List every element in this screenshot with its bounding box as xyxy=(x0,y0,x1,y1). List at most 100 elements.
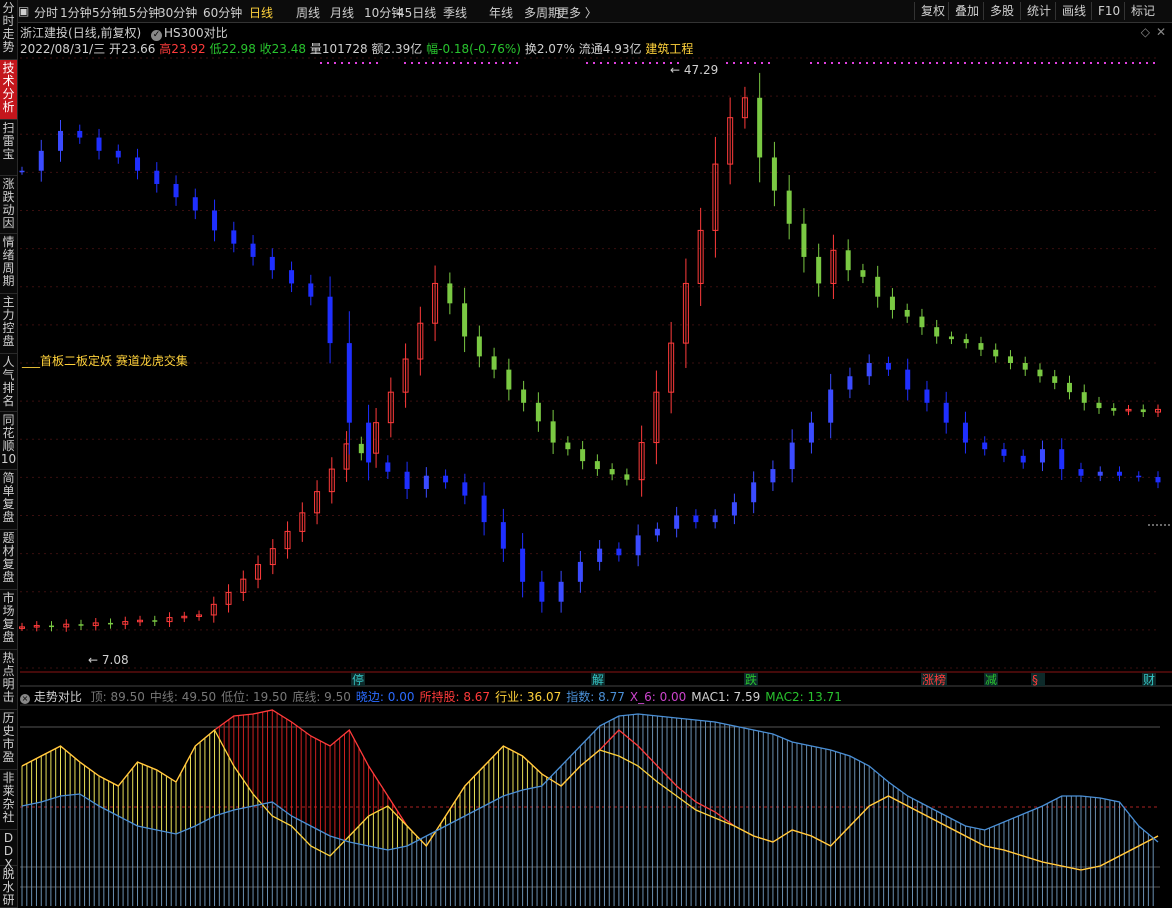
close-label: 收 xyxy=(259,42,272,56)
period-tab[interactable]: 60分钟 xyxy=(203,4,242,21)
event-dot xyxy=(754,62,756,64)
event-dot xyxy=(376,62,378,64)
indicator-name[interactable]: 走势对比 xyxy=(34,690,82,704)
indicator-close-icon[interactable]: × xyxy=(20,694,30,704)
indicator-value: 底线: 9.50 xyxy=(292,690,351,704)
left-rail: 分时走势 技术分析 扫雷宝 涨跌动因 情绪周期 主力控盘 人气排名 同花顺10 简单复盘 题材复盘… xyxy=(0,0,18,908)
rail-tab[interactable]: 题材复盘 xyxy=(0,530,17,590)
stock-candle xyxy=(108,622,114,625)
period-tab[interactable]: 5分钟 xyxy=(92,4,124,21)
stock-candle xyxy=(786,190,792,224)
event-dot xyxy=(992,62,994,64)
period-tab[interactable]: 季线 xyxy=(443,4,467,21)
event-dot xyxy=(1125,62,1127,64)
index-candle xyxy=(366,422,372,463)
high-label: 高 xyxy=(159,42,172,56)
rail-tab[interactable]: 主力控盘 xyxy=(0,294,17,354)
index-candle xyxy=(828,389,834,423)
period-tab[interactable]: 45日线 xyxy=(397,4,436,21)
toolbar-button[interactable]: F10 xyxy=(1091,2,1126,20)
index-candle xyxy=(385,462,391,472)
event-dot xyxy=(677,62,679,64)
stock-candle xyxy=(565,442,571,450)
stock-candle xyxy=(328,468,335,493)
toolbar-button[interactable]: 标记 xyxy=(1124,2,1161,20)
bar-date: 2022/08/31/三 xyxy=(20,42,106,56)
main-kline-chart[interactable]: ← 47.29 ← 7.08 停 解 跌 涨榜 减 § 财 xyxy=(0,0,1172,908)
event-dot xyxy=(950,62,952,64)
stock-candle xyxy=(741,97,748,119)
index-candle xyxy=(731,502,737,516)
event-dot xyxy=(1048,62,1050,64)
event-dot xyxy=(446,62,448,64)
index-candle xyxy=(1059,449,1065,470)
period-tab[interactable]: 30分钟 xyxy=(158,4,197,21)
event-dot xyxy=(614,62,616,64)
rail-tab[interactable]: 脱水研 xyxy=(0,866,17,908)
index-candle xyxy=(520,548,526,582)
event-dot xyxy=(453,62,455,64)
layout-icon[interactable]: ▣ xyxy=(18,4,29,18)
event-dot xyxy=(873,62,875,64)
rail-tab[interactable]: 市场复盘 xyxy=(0,590,17,650)
period-tab[interactable]: 分时 xyxy=(34,4,58,21)
stock-title-bar: 浙江建投(日线,前复权) ✓ HS300对比 xyxy=(20,24,228,41)
period-tab[interactable]: 日线 xyxy=(249,4,273,21)
indicator-value: 所持股: 8.67 xyxy=(419,690,491,704)
event-dot xyxy=(733,62,735,64)
index-candle xyxy=(1039,449,1045,463)
stock-candle xyxy=(137,619,144,623)
rail-tab[interactable]: 扫雷宝 xyxy=(0,120,17,176)
event-dot xyxy=(1139,62,1141,64)
rail-tab[interactable]: 简单复盘 xyxy=(0,470,17,530)
stock-candle xyxy=(1007,356,1013,363)
stock-candle xyxy=(1052,376,1058,383)
event-marker: 涨榜 xyxy=(922,672,946,687)
stock-candle xyxy=(402,358,409,393)
toolbar-button[interactable]: 复权 xyxy=(914,2,951,20)
stock-candle xyxy=(447,283,453,304)
event-dot xyxy=(1062,62,1064,64)
period-tab[interactable]: 15分钟 xyxy=(121,4,160,21)
max-price-label: ← 47.29 xyxy=(670,63,718,77)
period-tab[interactable]: 1分钟 xyxy=(60,4,92,21)
rail-tab[interactable]: 热点明击 xyxy=(0,650,17,710)
stock-candle xyxy=(682,282,689,344)
index-candle xyxy=(616,548,622,556)
sector-link[interactable]: 建筑工程 xyxy=(645,42,693,56)
toolbar-button[interactable]: 统计 xyxy=(1020,2,1057,20)
stock-candle xyxy=(19,626,25,629)
stock-candle xyxy=(92,622,99,627)
change-value: -0.18(-0.76%) xyxy=(438,42,521,56)
event-dot xyxy=(1034,62,1036,64)
toolbar-button[interactable]: 叠加 xyxy=(948,2,985,20)
period-tab[interactable]: 更多 〉 xyxy=(557,4,597,21)
event-marker: 停 xyxy=(352,672,364,687)
stock-candle xyxy=(535,402,541,422)
event-dot xyxy=(1118,62,1120,64)
rail-tab[interactable]: 技术分析 xyxy=(0,60,17,120)
rail-tab[interactable]: 历史市盈 xyxy=(0,710,17,770)
rail-tab[interactable]: 人气排名 xyxy=(0,354,17,412)
stock-candle xyxy=(1111,408,1117,411)
toolbar-button[interactable]: 画线 xyxy=(1055,2,1092,20)
close-panel-icon[interactable]: ✕ xyxy=(1156,25,1166,39)
rail-tab[interactable]: 涨跌动因 xyxy=(0,176,17,234)
period-tab[interactable]: 月线 xyxy=(330,4,354,21)
compare-label[interactable]: HS300对比 xyxy=(164,26,228,40)
toolbar-button[interactable]: 多股 xyxy=(983,2,1020,20)
indicator-values: 顶: 89.50 中线: 49.50 低位: 19.50 底线: 9.50 晓边: 0.… xyxy=(86,690,842,704)
stock-candle xyxy=(771,157,777,191)
collapse-diamond-icon[interactable]: ◇ xyxy=(1141,25,1150,39)
rail-tab[interactable]: 分时走势 xyxy=(0,0,17,60)
index-candle xyxy=(751,482,757,503)
stock-candle xyxy=(889,296,895,310)
period-tab[interactable]: 年线 xyxy=(489,4,513,21)
rail-tab[interactable]: 同花顺10 xyxy=(0,412,17,470)
rail-tab[interactable]: 非莱杂社 xyxy=(0,770,17,830)
period-tab[interactable]: 多周期 xyxy=(524,4,560,21)
period-tab[interactable]: 周线 xyxy=(296,4,320,21)
rail-tab[interactable]: DDX xyxy=(0,830,17,871)
event-dot xyxy=(1097,62,1099,64)
rail-tab[interactable]: 情绪周期 xyxy=(0,234,17,294)
